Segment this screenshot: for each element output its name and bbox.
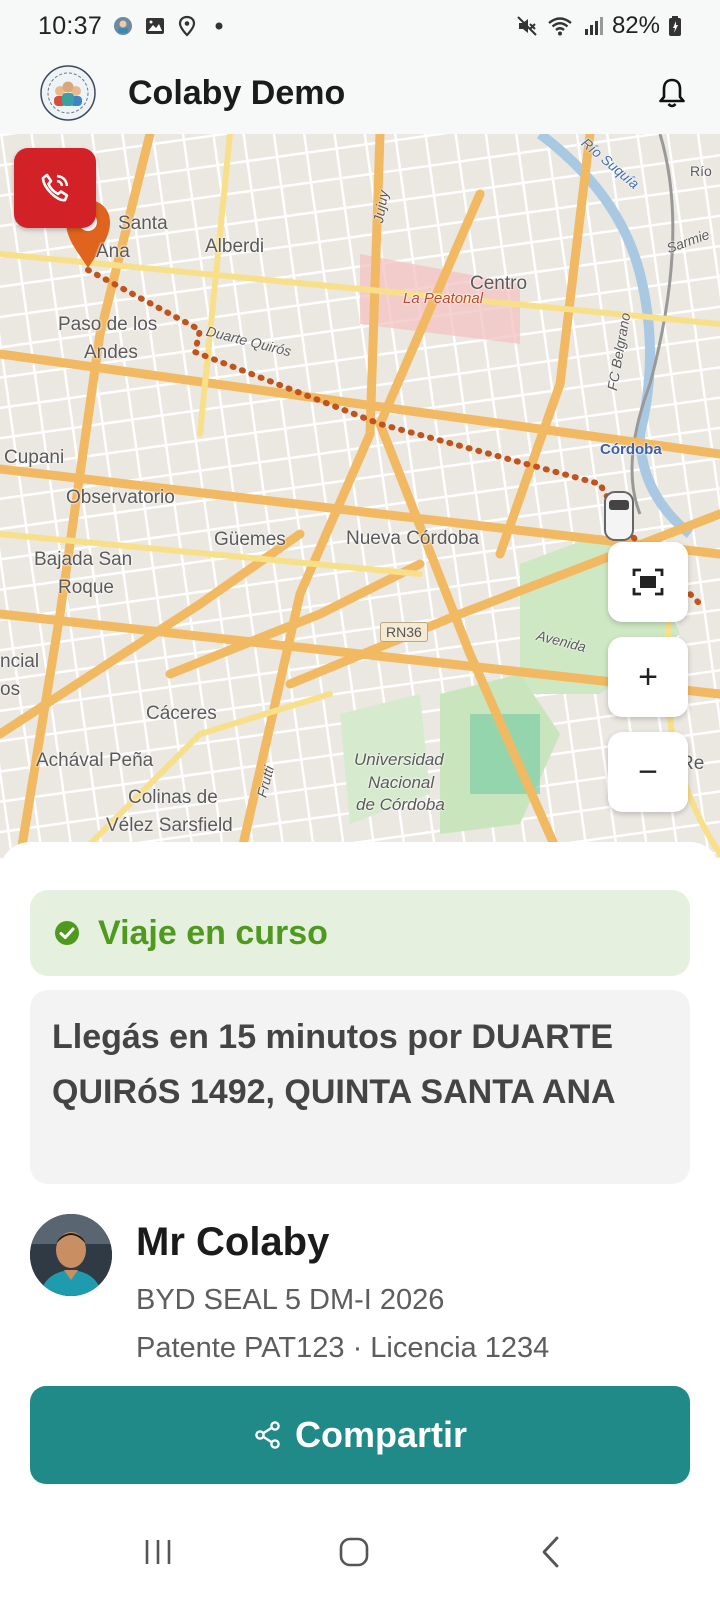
map-label: Vélez Sarsfield: [106, 815, 233, 836]
minus-icon: −: [638, 752, 658, 791]
zoom-in-button[interactable]: +: [608, 637, 688, 717]
plus-icon: +: [638, 657, 658, 696]
battery-percent: 82%: [611, 12, 660, 39]
call-driver-button[interactable]: [14, 148, 96, 228]
back-button[interactable]: [520, 1522, 580, 1582]
recents-button[interactable]: [128, 1522, 188, 1582]
map-label: os: [0, 679, 21, 700]
zoom-out-button[interactable]: −: [608, 732, 688, 812]
trip-status-text: Viaje en curso: [98, 913, 328, 952]
map-label: Colinas de: [128, 787, 218, 808]
gallery-icon: [146, 18, 165, 34]
map-label: Nueva Córdoba: [346, 528, 480, 549]
driver-card: Mr Colaby BYD SEAL 5 DM-I 2026 Patente P…: [30, 1212, 690, 1372]
home-icon: [339, 1537, 369, 1567]
driver-avatar: [30, 1214, 112, 1296]
map-label: Río: [690, 163, 712, 179]
dot-icon: [215, 22, 223, 30]
share-icon: [255, 1421, 280, 1449]
trip-status-badge: Viaje en curso: [30, 890, 690, 976]
system-nav-bar: [0, 1502, 720, 1600]
trip-sheet: Viaje en curso Llegás en 15 minutos por …: [0, 842, 720, 1502]
mute-icon: [517, 16, 537, 36]
battery-icon: [669, 16, 681, 36]
map-label: Ana: [96, 241, 130, 262]
eta-box: Llegás en 15 minutos por DUARTE QUIRóS 1…: [30, 990, 690, 1184]
map-label: Andes: [84, 342, 138, 363]
map-label: La Peatonal: [403, 290, 484, 307]
map-label: Paso de los: [58, 314, 158, 335]
app-notification-icon: [114, 17, 133, 35]
map-label: de Córdoba: [356, 795, 445, 814]
status-time: 10:37: [38, 11, 103, 40]
notifications-button[interactable]: [648, 69, 696, 117]
phone-call-icon: [41, 173, 69, 202]
fit-route-button[interactable]: [608, 542, 688, 622]
app-title: Colaby Demo: [128, 73, 346, 112]
signal-icon: [584, 17, 603, 35]
map-label: Nacional: [368, 773, 435, 792]
check-circle-icon: [55, 921, 79, 945]
driver-plates: Patente PAT123 · Licencia 1234: [136, 1332, 550, 1364]
vehicle-marker: [604, 491, 634, 541]
status-bar: 10:37 82%: [0, 0, 720, 52]
bell-icon: [659, 78, 685, 108]
map-label: Santa: [118, 213, 168, 234]
route-shield: RN36: [380, 622, 428, 642]
map-label: Achával Peña: [36, 750, 154, 771]
eta-message: Llegás en 15 minutos por DUARTE QUIRóS 1…: [52, 1018, 616, 1111]
fit-route-icon: [632, 568, 664, 596]
app-logo: [40, 65, 96, 121]
back-icon: [542, 1536, 559, 1568]
status-right: 82%: [516, 12, 682, 40]
map-label: Universidad: [354, 750, 444, 769]
map-label: Observatorio: [66, 487, 175, 508]
app-bar: Colaby Demo: [0, 52, 720, 134]
driver-vehicle: BYD SEAL 5 DM-I 2026: [136, 1284, 445, 1316]
map-label: Cáceres: [146, 703, 217, 724]
recents-icon: [145, 1540, 171, 1564]
driver-name: Mr Colaby: [136, 1220, 330, 1264]
map-label: ncial: [0, 651, 40, 672]
map-label: Córdoba: [600, 441, 662, 458]
home-button[interactable]: [324, 1522, 384, 1582]
map-label: Güemes: [214, 529, 286, 550]
status-left-icons: [112, 15, 230, 37]
map-label: Roque: [58, 577, 114, 598]
share-label: Compartir: [294, 1414, 468, 1455]
map-label: Alberdi: [205, 236, 265, 257]
map-view[interactable]: Santa Ana Alberdi Jujuy Centro La Peaton…: [0, 134, 720, 858]
map-label: Bajada San: [34, 549, 133, 570]
wifi-icon: [548, 17, 572, 36]
map-label: Cupani: [4, 447, 65, 468]
share-button[interactable]: Compartir: [30, 1386, 690, 1484]
location-icon: [178, 15, 196, 37]
